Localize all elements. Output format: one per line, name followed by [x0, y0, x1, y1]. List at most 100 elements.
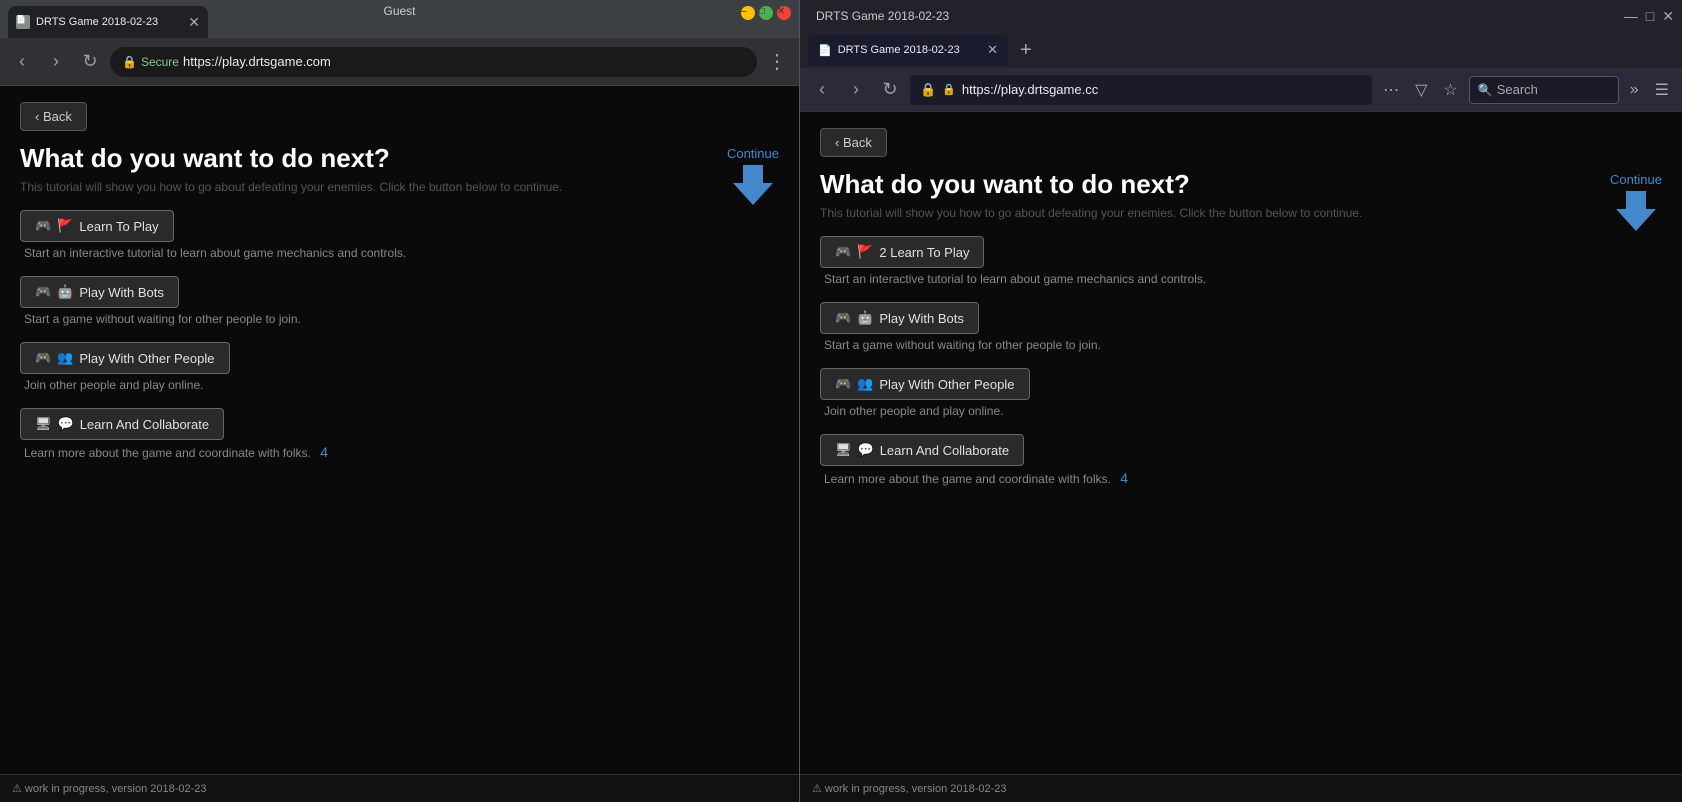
right-status-text: ⚠ work in progress, version 2018-02-23 [812, 782, 1007, 795]
ff-close-btn[interactable]: ✕ [1662, 8, 1674, 25]
right-monitor-icon: 🖥 [835, 442, 852, 458]
right-page-subtitle: This tutorial will show you how to go ab… [820, 206, 1662, 220]
right-option-learn-and-collaborate: 🖥 💬 Learn And Collaborate Learn more abo… [820, 434, 1662, 486]
minimize-btn[interactable]: – [741, 6, 755, 20]
right-option-learn-to-play: 🎮 🚩 2 Learn To Play Start an interactive… [820, 236, 1662, 286]
chrome-tab-title: DRTS Game 2018-02-23 [36, 16, 158, 28]
right-browser: DRTS Game 2018-02-23 — □ ✕ 📄 DRTS Game 2… [800, 0, 1682, 802]
ff-more-btn[interactable]: ⋯ [1378, 76, 1404, 104]
right-gamepad2-icon: 🎮 [835, 310, 851, 326]
reload-btn[interactable]: ↻ [76, 48, 104, 76]
right-option-play-with-other-people: 🎮 👥 Play With Other People Join other pe… [820, 368, 1662, 418]
left-page-heading: What do you want to do next? [20, 143, 779, 174]
right-bot-icon: 🤖 [857, 310, 873, 326]
ff-maximize-btn[interactable]: □ [1646, 8, 1654, 25]
ff-search-placeholder: Search [1497, 82, 1538, 97]
right-continue-btn[interactable]: Continue [1610, 172, 1662, 231]
gamepad2-icon: 🎮 [35, 284, 51, 300]
close-btn[interactable]: ✕ [777, 6, 791, 20]
right-learn-and-collaborate-btn[interactable]: 🖥 💬 Learn And Collaborate [820, 434, 1024, 466]
right-back-btn[interactable]: ‹ Back [820, 128, 887, 157]
left-continue-btn[interactable]: Continue [727, 146, 779, 205]
tab-close-btn[interactable]: ✕ [188, 14, 200, 31]
secure-label: Secure [141, 55, 179, 69]
ff-search-input[interactable]: 🔍 Search [1469, 76, 1619, 104]
right-play-with-other-people-btn[interactable]: 🎮 👥 Play With Other People [820, 368, 1030, 400]
ff-reload-btn[interactable]: ↻ [876, 76, 904, 104]
left-status-text: ⚠ work in progress, version 2018-02-23 [12, 782, 207, 795]
left-play-with-bots-btn[interactable]: 🎮 🤖 Play With Bots [20, 276, 179, 308]
ff-tab-close-btn[interactable]: ✕ [987, 42, 998, 58]
ff-bookmark-btn[interactable]: ☆ [1438, 76, 1462, 104]
right-status-bar: ⚠ work in progress, version 2018-02-23 [800, 774, 1682, 802]
chrome-tab-bar: Guest 📄 DRTS Game 2018-02-23 ✕ – □ ✕ [0, 0, 799, 38]
ff-window-controls: — □ ✕ [1624, 8, 1674, 25]
ff-secure-icon: 🔒 [942, 83, 956, 96]
left-learn-and-collaborate-desc: Learn more about the game and coordinate… [24, 444, 779, 460]
right-continue-label: Continue [1610, 172, 1662, 187]
ff-pocket-btn[interactable]: ▽ [1410, 76, 1432, 104]
ff-tab-title: DRTS Game 2018-02-23 [838, 44, 960, 56]
right-play-with-bots-desc: Start a game without waiting for other p… [824, 338, 1662, 352]
gamepad3-icon: 🎮 [35, 350, 51, 366]
ff-new-tab-btn[interactable]: + [1012, 39, 1040, 62]
ff-back-btn[interactable]: ‹ [808, 76, 836, 104]
ff-search-icon: 🔍 [1478, 83, 1493, 97]
right-learn-and-collaborate-desc: Learn more about the game and coordinate… [824, 470, 1662, 486]
left-page-content: ‹ Back What do you want to do next? This… [0, 86, 799, 774]
left-option-play-with-other-people: 🎮 👥 Play With Other People Join other pe… [20, 342, 779, 392]
left-back-btn[interactable]: ‹ Back [20, 102, 87, 131]
ff-title-bar: DRTS Game 2018-02-23 — □ ✕ [800, 0, 1682, 32]
left-option-play-with-bots: 🎮 🤖 Play With Bots Start a game without … [20, 276, 779, 326]
secure-icon: 🔒 [122, 55, 137, 69]
chrome-user-label: Guest [383, 4, 415, 18]
right-learn-to-play-desc: Start an interactive tutorial to learn a… [824, 272, 1662, 286]
right-play-with-bots-btn[interactable]: 🎮 🤖 Play With Bots [820, 302, 979, 334]
left-play-with-other-people-btn[interactable]: 🎮 👥 Play With Other People [20, 342, 230, 374]
chrome-window-controls: – □ ✕ [741, 6, 791, 20]
left-learn-to-play-btn[interactable]: 🎮 🚩 Learn To Play [20, 210, 174, 242]
left-browser: Guest 📄 DRTS Game 2018-02-23 ✕ – □ ✕ ‹ ›… [0, 0, 800, 802]
left-option-learn-to-play: 🎮 🚩 Learn To Play Start an interactive t… [20, 210, 779, 260]
forward-navigation-btn[interactable]: › [42, 48, 70, 76]
right-play-with-other-people-desc: Join other people and play online. [824, 404, 1662, 418]
maximize-btn[interactable]: □ [759, 6, 773, 20]
left-collaborate-badge: 4 [320, 444, 328, 460]
ff-tab-active[interactable]: 📄 DRTS Game 2018-02-23 ✕ [808, 35, 1008, 65]
people-icon: 👥 [57, 350, 73, 366]
ff-chevron-right-btn[interactable]: » [1625, 77, 1644, 103]
address-bar-input[interactable]: 🔒 Secure https://play.drtsgame.com [110, 47, 757, 77]
monitor-icon: 🖥 [35, 416, 52, 432]
ff-lock-icon: 🔒 [920, 82, 936, 98]
right-collaborate-badge: 4 [1120, 470, 1128, 486]
ff-tab-bar: 📄 DRTS Game 2018-02-23 ✕ + [800, 32, 1682, 68]
right-learn-to-play-btn[interactable]: 🎮 🚩 2 Learn To Play [820, 236, 984, 268]
chrome-menu-btn[interactable]: ⋮ [763, 45, 791, 78]
ff-forward-btn[interactable]: › [842, 76, 870, 104]
right-page-content: ‹ Back What do you want to do next? This… [800, 112, 1682, 774]
bot-icon: 🤖 [57, 284, 73, 300]
ff-hamburger-btn[interactable]: ☰ [1650, 76, 1674, 104]
right-gamepad-icon: 🎮 [835, 244, 851, 260]
ff-url-input[interactable]: 🔒 🔒 https://play.drtsgame.cc [910, 75, 1372, 105]
left-page-subtitle: This tutorial will show you how to go ab… [20, 180, 779, 194]
right-continue-arrow-icon [1616, 191, 1656, 231]
continue-arrow-icon [733, 165, 773, 205]
ff-url-text: https://play.drtsgame.cc [962, 82, 1098, 97]
left-play-with-other-people-desc: Join other people and play online. [24, 378, 779, 392]
right-gamepad3-icon: 🎮 [835, 376, 851, 392]
left-learn-and-collaborate-btn[interactable]: 🖥 💬 Learn And Collaborate [20, 408, 224, 440]
ff-minimize-btn[interactable]: — [1624, 8, 1638, 25]
flag-icon: 🚩 [57, 218, 73, 234]
ff-title-text: DRTS Game 2018-02-23 [816, 9, 949, 23]
right-page-heading: What do you want to do next? [820, 169, 1662, 200]
ff-address-bar: ‹ › ↻ 🔒 🔒 https://play.drtsgame.cc ⋯ ▽ ☆… [800, 68, 1682, 112]
chrome-tab-active[interactable]: 📄 DRTS Game 2018-02-23 ✕ [8, 6, 208, 38]
chrome-address-bar: ‹ › ↻ 🔒 Secure https://play.drtsgame.com… [0, 38, 799, 86]
tab-favicon: 📄 [16, 15, 30, 29]
back-navigation-btn[interactable]: ‹ [8, 48, 36, 76]
ff-tab-favicon: 📄 [818, 44, 832, 57]
gamepad-icon: 🎮 [35, 218, 51, 234]
right-people-icon: 👥 [857, 376, 873, 392]
left-option-learn-and-collaborate: 🖥 💬 Learn And Collaborate Learn more abo… [20, 408, 779, 460]
